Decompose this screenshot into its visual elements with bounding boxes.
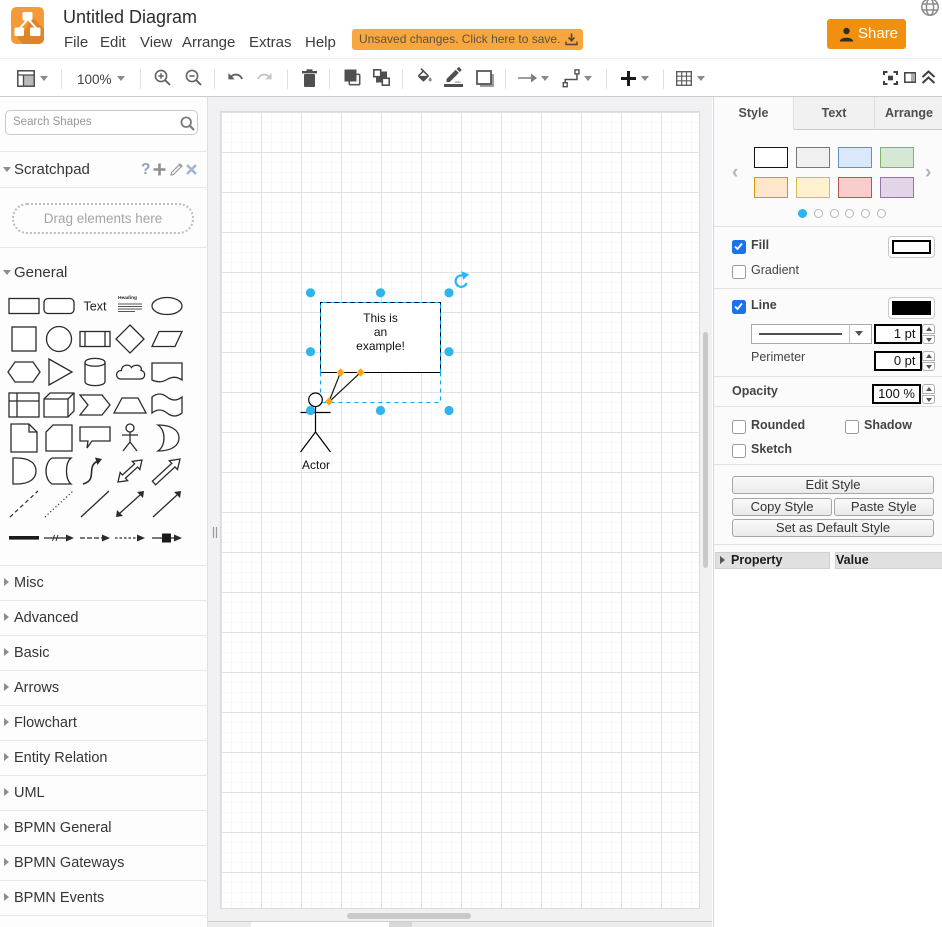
svg-text:Text: Text <box>83 299 106 313</box>
svg-text:Heading: Heading <box>118 295 137 301</box>
